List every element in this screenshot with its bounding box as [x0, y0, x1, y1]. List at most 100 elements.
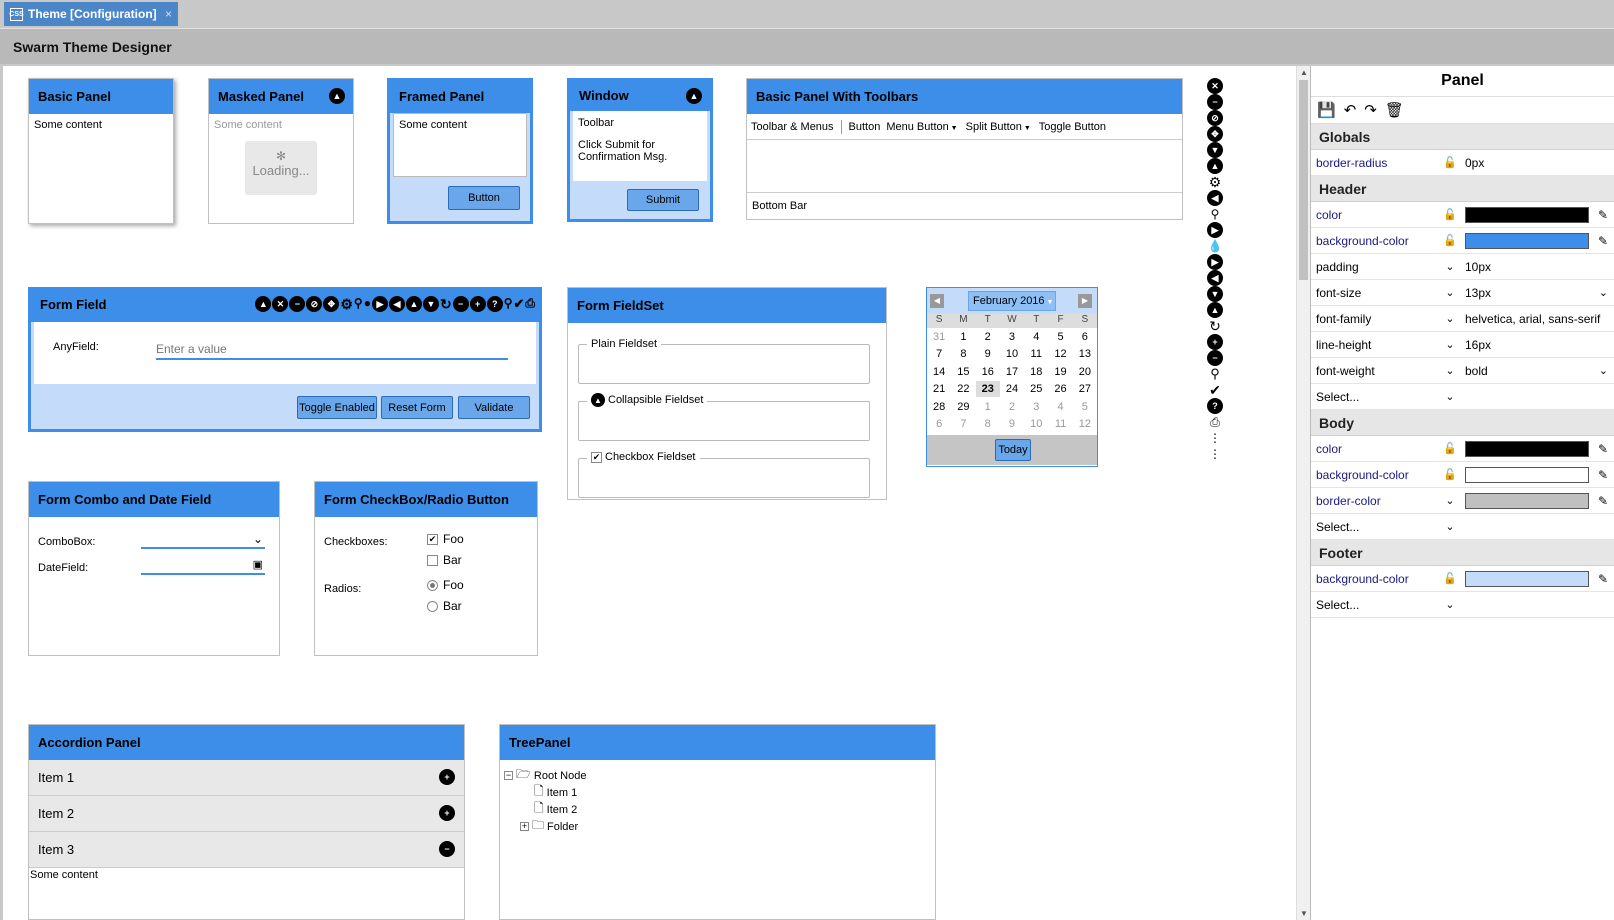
calendar-day[interactable]: 7 [951, 416, 975, 432]
close-circle-icon[interactable]: ✕ [272, 296, 289, 312]
property-row[interactable]: background-color 🔓 ✎ [1311, 566, 1614, 592]
property-row[interactable]: color 🔓 ✎ [1311, 436, 1614, 462]
chevron-down-icon[interactable]: ⌄ [1599, 364, 1608, 377]
calendar-day[interactable]: 14 [927, 364, 951, 380]
radio-selected[interactable] [427, 579, 438, 591]
accordion-item-2[interactable]: Item 2 + [29, 796, 464, 832]
calendar-day[interactable]: 11 [1024, 346, 1048, 362]
lock-icon[interactable]: 🔓 [1441, 234, 1459, 247]
calendar-day[interactable]: 16 [976, 364, 1000, 380]
property-row[interactable]: padding ⌄ 10px [1311, 254, 1614, 280]
calendar-day[interactable]: 13 [1073, 346, 1097, 362]
tree-node-folder[interactable]: + 🗀 Folder [520, 816, 578, 837]
radio-bar[interactable]: Bar [427, 599, 462, 613]
color-swatch[interactable] [1465, 206, 1589, 223]
collapse-minus-icon[interactable]: − [439, 841, 455, 857]
property-row[interactable]: color 🔓 ✎ [1311, 202, 1614, 228]
radio-foo[interactable]: Foo [427, 578, 464, 592]
check-icon[interactable]: ✔ [513, 296, 524, 313]
lock-icon[interactable]: 🔓 [1441, 468, 1459, 481]
chevron-up-circle-icon[interactable]: ▲ [255, 296, 272, 312]
property-row[interactable]: Select... ⌄ [1311, 514, 1614, 540]
property-value[interactable]: 16px [1459, 338, 1614, 352]
lock-icon[interactable]: 🔓 [1441, 208, 1459, 221]
ban-circle-icon[interactable]: ⊘ [306, 296, 323, 312]
pencil-icon[interactable]: ✎ [1598, 208, 1608, 222]
scroll-up-icon[interactable]: ▲ [1300, 68, 1308, 77]
lock-icon[interactable]: 🔓 [1441, 572, 1459, 585]
collapse-minus-icon[interactable]: − [504, 771, 513, 780]
question-icon[interactable]: ? [486, 296, 503, 312]
chevron-down-icon[interactable]: ⌄ [1441, 494, 1459, 507]
chevron-down-icon[interactable]: ⌄ [1441, 390, 1459, 403]
color-swatch[interactable] [1465, 492, 1589, 509]
minus-circle-icon[interactable]: − [289, 296, 306, 312]
property-row[interactable]: font-weight ⌄ bold ⌄ [1311, 358, 1614, 384]
close-icon[interactable]: × [165, 7, 172, 21]
calendar-day[interactable]: 3 [1024, 399, 1048, 415]
color-swatch[interactable] [1465, 232, 1589, 249]
scrollbar-thumb[interactable] [1299, 80, 1308, 280]
lock-icon[interactable]: 🔓 [1441, 442, 1459, 455]
calendar-day[interactable]: 3 [1000, 329, 1024, 345]
button[interactable]: Button [448, 186, 520, 210]
calendar-day[interactable]: 21 [927, 381, 951, 397]
drop-icon[interactable]: ● [364, 296, 371, 313]
calendar-day[interactable]: 6 [1073, 329, 1097, 345]
checkbox-unchecked[interactable] [427, 554, 438, 566]
calendar-day[interactable]: 10 [1024, 416, 1048, 432]
calendar-day[interactable]: 24 [1000, 381, 1024, 397]
color-swatch[interactable] [1465, 570, 1589, 587]
calendar-day[interactable]: 11 [1048, 416, 1072, 432]
prev-month-icon[interactable]: ◀ [930, 294, 944, 308]
refresh-icon[interactable]: ↻ [440, 296, 452, 313]
redo-icon[interactable]: ↷ [1364, 101, 1377, 119]
scroll-down-icon[interactable]: ▼ [1300, 909, 1308, 918]
plus-circle-icon[interactable]: + [469, 296, 486, 312]
calendar-day[interactable]: 12 [1073, 416, 1097, 432]
chevron-right-circle-icon[interactable]: ▶ [371, 296, 388, 312]
calendar-day[interactable]: 10 [1000, 346, 1024, 362]
calendar-day[interactable]: 8 [951, 346, 975, 362]
calendar-day[interactable]: 20 [1073, 364, 1097, 380]
chevron-down-icon[interactable]: ⌄ [1441, 364, 1459, 377]
expand-plus-icon[interactable]: + [439, 769, 455, 785]
calendar-day[interactable]: 9 [976, 346, 1000, 362]
toolbar-button[interactable]: Button [849, 121, 881, 133]
property-value[interactable]: 0px [1459, 156, 1614, 170]
expand-plus-icon[interactable]: + [439, 805, 455, 821]
calendar-day[interactable]: 23 [975, 381, 1000, 398]
color-swatch[interactable] [1465, 466, 1589, 483]
calendar-day[interactable]: 15 [951, 364, 975, 380]
undo-icon[interactable]: ↶ [1344, 101, 1357, 119]
calendar-day[interactable]: 17 [1000, 364, 1024, 380]
calendar-day[interactable]: 12 [1048, 346, 1072, 362]
chevron-down-icon[interactable]: ⌄ [1441, 598, 1459, 611]
calendar-day[interactable]: 1 [976, 399, 1000, 415]
calendar-day[interactable]: 18 [1024, 364, 1048, 380]
pencil-icon[interactable]: ✎ [1598, 234, 1608, 248]
expand-plus-icon[interactable]: + [520, 822, 529, 831]
pencil-icon[interactable]: ✎ [1598, 442, 1608, 456]
accordion-item-3[interactable]: Item 3 − [29, 832, 464, 868]
property-select[interactable]: Select... [1311, 598, 1441, 612]
calendar-day[interactable]: 5 [1048, 329, 1072, 345]
property-value[interactable]: 13px [1459, 286, 1599, 300]
calendar-day[interactable]: 2 [1000, 399, 1024, 415]
calendar-day[interactable]: 4 [1048, 399, 1072, 415]
calendar-day[interactable]: 1 [951, 329, 975, 345]
split-button[interactable]: Split Button ▼ [966, 121, 1031, 133]
radio-unselected[interactable] [427, 600, 438, 612]
any-field-input[interactable] [156, 340, 506, 358]
pencil-icon[interactable]: ✎ [1598, 572, 1608, 586]
search-icon[interactable]: ⚲ [504, 296, 513, 313]
property-select[interactable]: Select... [1311, 520, 1441, 534]
calendar-day[interactable]: 9 [1000, 416, 1024, 432]
calendar-day[interactable]: 4 [1024, 329, 1048, 345]
calendar-day[interactable]: 27 [1073, 381, 1097, 397]
save-icon[interactable]: 💾 [1317, 101, 1336, 119]
chevron-left-circle-icon[interactable]: ◀ [388, 296, 405, 312]
chevron-down-icon[interactable]: ⌄ [1441, 260, 1459, 273]
collapse-up-icon[interactable]: ▲ [591, 393, 605, 407]
chevron-down-icon[interactable]: ⌄ [253, 532, 263, 546]
